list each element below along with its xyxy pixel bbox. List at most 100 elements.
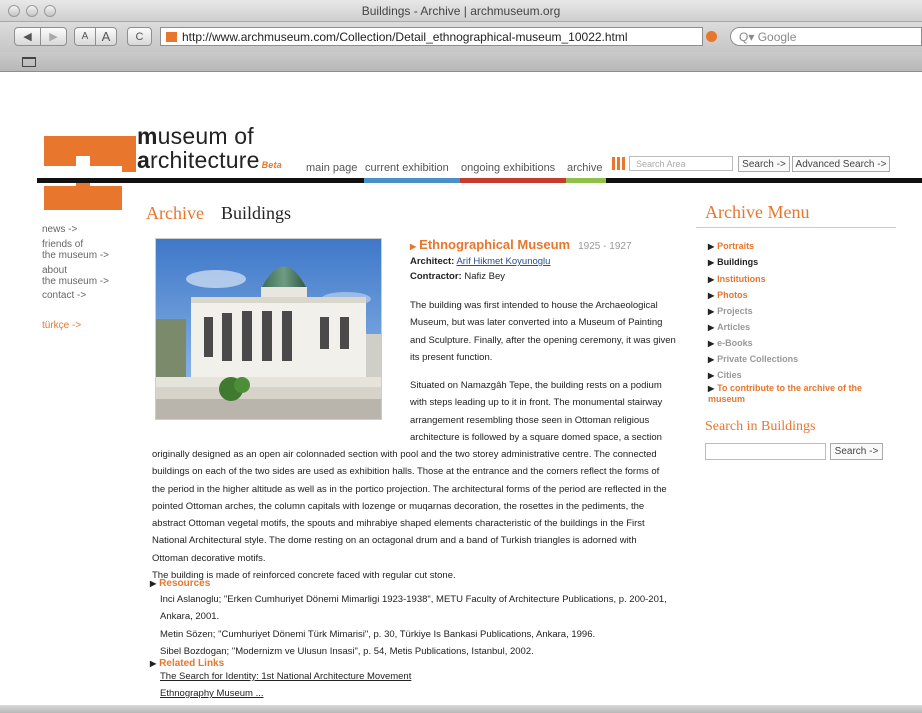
archive-menu-item[interactable]: ▶ Private Collections (708, 354, 798, 365)
nav-current-exhibition[interactable]: current exhibition (365, 162, 449, 174)
window-title: Buildings - Archive | archmuseum.org (361, 4, 561, 18)
arrow-icon: ▶ (708, 258, 715, 267)
brand-initial: m (137, 123, 158, 149)
archive-menu-item[interactable]: ▶ Portraits (708, 241, 754, 252)
building-title: ▶ Ethnographical Museum 1925 - 1927 (410, 237, 632, 252)
menu-label: Private Collections (717, 354, 799, 364)
advanced-search-button[interactable]: Advanced Search -> (792, 156, 890, 172)
left-nav-label: the museum -> (42, 250, 109, 261)
logo-block (44, 186, 122, 210)
address-url: http://www.archmuseum.com/Collection/Det… (182, 29, 628, 44)
left-nav-turkce[interactable]: türkçe -> (42, 320, 81, 331)
archive-menu-item[interactable]: ▶ Institutions (708, 274, 766, 285)
resource-item: Ankara, 2001. (160, 611, 220, 623)
resources-list: Inci Aslanoglu; "Erken Cumhuriyet Dönemi… (160, 591, 670, 660)
menu-label: Photos (717, 290, 748, 300)
text-line: originally designed as an open air colon… (152, 449, 657, 460)
related-links-heading: ▶ Related Links (150, 658, 224, 669)
nav-color-bar (460, 178, 566, 183)
description-paragraph: originally designed as an open air colon… (152, 446, 687, 584)
nav-color-bar (364, 178, 460, 183)
reload-button[interactable]: C (127, 27, 152, 46)
left-nav-news[interactable]: news -> (42, 224, 77, 235)
arrow-icon: ▶ (708, 384, 715, 393)
resource-item: Sibel Bozdogan; "Modernizm ve Ulusun Ins… (160, 645, 534, 657)
address-bar[interactable]: http://www.archmuseum.com/Collection/Det… (160, 27, 703, 46)
menu-label: Articles (717, 322, 751, 332)
buildings-search-input[interactable] (705, 443, 826, 460)
text-line: its present function. (410, 351, 493, 363)
archive-menu-item[interactable]: ▶ Projects (708, 306, 753, 317)
archive-menu-item[interactable]: ▶ Buildings (708, 257, 758, 268)
arrow-icon: ▶ (708, 275, 715, 284)
menu-label: To contribute to the archive of the muse… (708, 383, 862, 404)
brand-text: rchitecture (150, 147, 260, 173)
beta-badge: Beta (261, 160, 282, 170)
text-line: pointed Ottoman arches, the column capit… (152, 500, 645, 512)
related-link[interactable]: Ethnography Museum ... (160, 688, 264, 699)
resource-item: Inci Aslanoglu; "Erken Cumhuriyet Dönemi… (160, 594, 667, 605)
nav-main-page[interactable]: main page (306, 162, 357, 174)
logo-block (44, 136, 76, 166)
text-line: and Sculpture. Finally, after the openin… (410, 334, 676, 346)
menu-label: Projects (717, 306, 753, 316)
text-line: arrangement resembling those seen in Ott… (410, 414, 650, 426)
text-line: Ottoman decorative motifs. (152, 552, 266, 564)
arrow-icon: ▶ (150, 579, 157, 588)
book-icon[interactable] (22, 57, 36, 67)
architect-line: Architect: Arif Hikmet Koyunoglu (410, 256, 550, 267)
building-years: 1925 - 1927 (578, 241, 632, 252)
menu-label: Cities (717, 370, 742, 380)
logo-block (76, 136, 90, 156)
brand-text: useum of (157, 123, 254, 149)
window-titlebar: Buildings - Archive | archmuseum.org (0, 0, 922, 22)
architect-label: Architect: (410, 256, 455, 267)
description-paragraph: Situated on Namazgâh Tepe, the building … (410, 377, 685, 446)
text-line: with steps leading up to it in front. Th… (410, 397, 663, 409)
archive-menu-title: Archive Menu (705, 202, 810, 222)
related-links-label: Related Links (159, 658, 225, 669)
left-nav-label: friends of (42, 239, 84, 250)
browser-toolbar: ◀ ▶ A A C http://www.archmuseum.com/Coll… (0, 22, 922, 52)
text-line: National Architectural style. The dome r… (152, 535, 637, 547)
text-smaller-button[interactable]: A (74, 27, 96, 46)
left-nav-contact[interactable]: contact -> (42, 290, 86, 301)
text-line: The building is made of reinforced concr… (152, 570, 456, 582)
archive-menu-item[interactable]: ▶ Cities (708, 370, 742, 381)
text-line: architecture is followed by a square dom… (410, 431, 662, 443)
brand-initial: a (137, 147, 150, 173)
nav-ongoing-exhibitions[interactable]: ongoing exhibitions (461, 162, 555, 174)
google-search-input[interactable]: Q▾ Google (730, 27, 922, 46)
left-nav-label: about (42, 265, 68, 276)
buildings-search-button[interactable]: Search -> (830, 443, 883, 460)
resources-label: Resources (159, 578, 211, 589)
search-in-buildings-title: Search in Buildings (705, 419, 816, 434)
left-nav-friends[interactable]: friends of the museum -> (42, 239, 109, 261)
resource-item: Metin Sözen; "Cumhuriyet Dönemi Türk Mim… (160, 628, 596, 640)
related-link[interactable]: The Search for Identity: 1st National Ar… (160, 671, 411, 682)
back-button[interactable]: ◀ (14, 27, 41, 46)
archive-menu-item[interactable]: ▶ Photos (708, 290, 748, 301)
left-nav-about[interactable]: about the museum -> (42, 265, 109, 287)
arrow-icon: ▶ (708, 242, 715, 251)
forward-button[interactable]: ▶ (40, 27, 67, 46)
arrow-icon: ▶ (708, 291, 715, 300)
text-line: buildings on each of the two sides are u… (152, 466, 660, 478)
arrow-icon: ▶ (150, 659, 157, 668)
contractor-label: Contractor: (410, 271, 462, 282)
breadcrumb-archive[interactable]: Archive (146, 203, 204, 224)
menu-label: Buildings (717, 257, 759, 267)
logo-block (122, 136, 136, 172)
arrow-icon: ▶ (708, 323, 715, 332)
architect-link[interactable]: Arif Hikmet Koyunoglu (456, 256, 550, 267)
site-logo[interactable]: museum of architecture Beta (137, 124, 282, 177)
site-search-button[interactable]: Search -> (738, 156, 790, 172)
archive-menu-item[interactable]: ▶ To contribute to the archive of the mus… (708, 383, 893, 404)
menu-label: Portraits (717, 241, 755, 251)
site-search-input[interactable]: Search Area (629, 156, 733, 171)
archive-menu-item[interactable]: ▶ e-Books (708, 338, 753, 349)
text-larger-button[interactable]: A (95, 27, 117, 46)
snapback-icon[interactable] (706, 31, 717, 42)
archive-menu-item[interactable]: ▶ Articles (708, 322, 750, 333)
nav-archive[interactable]: archive (567, 162, 602, 174)
